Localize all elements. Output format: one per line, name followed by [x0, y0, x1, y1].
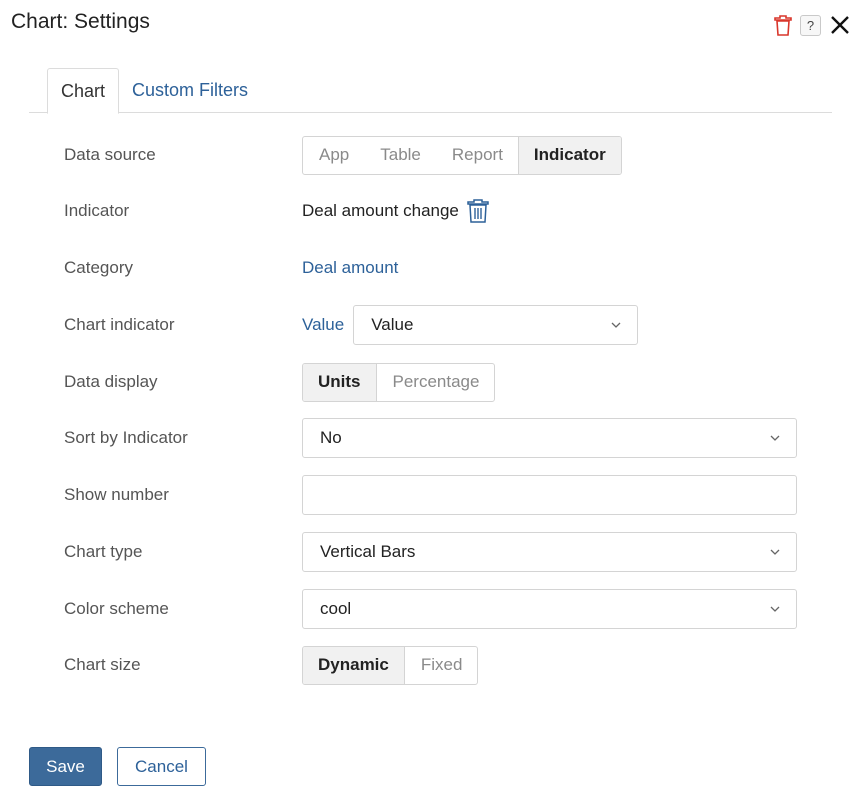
color-scheme-label: Color scheme [64, 599, 169, 618]
sort-by-indicator-select[interactable]: No [302, 418, 797, 458]
tab-custom-filters[interactable]: Custom Filters [119, 68, 261, 113]
chart-indicator-select[interactable]: Value [353, 305, 639, 345]
category-row: Category Deal amount [0, 248, 859, 288]
data-display-switch: Units Percentage [302, 362, 496, 402]
sort-by-indicator-value: No [320, 428, 342, 447]
chevron-down-icon [770, 435, 780, 441]
chart-size-label: Chart size [64, 655, 141, 674]
chart-size-option-dynamic[interactable]: Dynamic [303, 646, 405, 684]
data-display-row: Data display Units Percentage [0, 362, 859, 402]
data-display-option-percentage[interactable]: Percentage [377, 364, 495, 401]
chart-size-switch: Dynamic Fixed [302, 645, 479, 685]
category-label: Category [64, 258, 133, 277]
cancel-button[interactable]: Cancel [117, 747, 206, 786]
data-source-switch: App Table Report Indicator [302, 135, 622, 175]
sort-by-indicator-row: Sort by Indicator No [0, 418, 859, 458]
chart-size-option-fixed[interactable]: Fixed [405, 647, 478, 684]
delete-icon[interactable] [772, 13, 794, 37]
tab-chart[interactable]: Chart [47, 68, 120, 114]
dialog-toolbar: ? [772, 12, 853, 38]
show-number-input[interactable] [302, 475, 797, 515]
chart-indicator-label: Chart indicator [64, 315, 175, 334]
chart-indicator-link[interactable]: Value [302, 315, 344, 335]
indicator-label: Indicator [64, 201, 130, 220]
chevron-down-icon [770, 549, 780, 555]
remove-indicator-icon[interactable] [467, 199, 489, 223]
chart-type-row: Chart type Vertical Bars [0, 532, 859, 572]
help-icon[interactable]: ? [800, 14, 821, 36]
close-icon[interactable] [827, 12, 853, 38]
sort-by-indicator-label: Sort by Indicator [64, 428, 188, 447]
color-scheme-value: cool [320, 599, 352, 618]
chart-type-select[interactable]: Vertical Bars [302, 532, 797, 572]
data-display-option-units[interactable]: Units [303, 363, 377, 401]
color-scheme-select[interactable]: cool [302, 589, 797, 629]
chart-size-row: Chart size Dynamic Fixed [0, 645, 859, 685]
data-source-option-report[interactable]: Report [436, 137, 518, 174]
dialog-title: Chart: Settings [11, 10, 150, 33]
data-display-label: Data display [64, 372, 158, 391]
chevron-down-icon [770, 606, 780, 612]
chart-type-value: Vertical Bars [320, 542, 416, 561]
chevron-down-icon [611, 322, 621, 328]
chart-indicator-select-value: Value [371, 315, 414, 334]
chart-indicator-row: Chart indicator Value Value [0, 305, 859, 345]
color-scheme-row: Color scheme cool [0, 589, 859, 629]
data-source-option-app[interactable]: App [303, 137, 364, 174]
data-source-option-indicator[interactable]: Indicator [517, 136, 621, 174]
tab-bar: Chart Custom Filters [29, 68, 832, 114]
show-number-label: Show number [64, 485, 169, 504]
data-source-label: Data source [64, 145, 156, 164]
category-link[interactable]: Deal amount [302, 258, 398, 278]
indicator-value: Deal amount change [302, 201, 459, 220]
data-source-option-table[interactable]: Table [364, 137, 436, 174]
chart-type-label: Chart type [64, 542, 143, 561]
data-source-row: Data source App Table Report Indicator [0, 135, 859, 175]
show-number-row: Show number [0, 475, 859, 515]
save-button[interactable]: Save [29, 747, 102, 786]
indicator-row: Indicator Deal amount change [0, 191, 859, 231]
